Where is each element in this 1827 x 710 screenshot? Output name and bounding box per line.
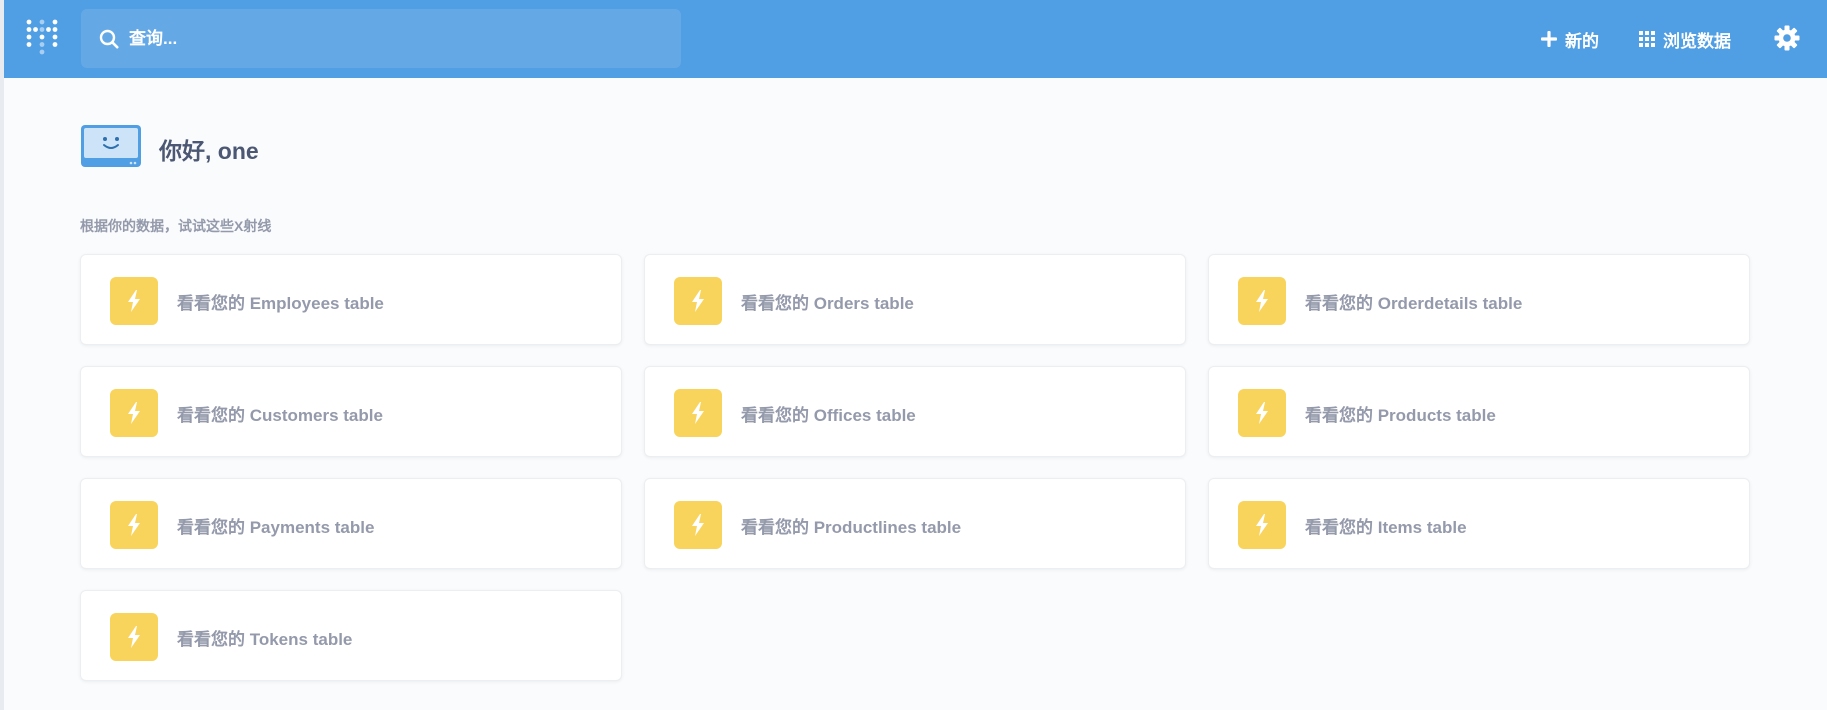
search-icon [99,29,119,49]
xray-section-title: 根据你的数据，试试这些X射线 [80,218,272,234]
xray-card-tokens[interactable]: 看看您的 Tokens table [80,590,622,681]
xray-card-label: 看看您的 Items table [1305,518,1467,537]
gear-icon[interactable] [1774,25,1800,51]
xray-card-productlines[interactable]: 看看您的 Productlines table [644,478,1186,569]
xray-card-orderdetails[interactable]: 看看您的 Orderdetails table [1208,254,1750,345]
lightning-bolt-icon [110,613,158,661]
xray-card-label: 看看您的 Tokens table [177,630,353,649]
xray-card-label: 看看您的 Orders table [741,294,914,313]
search-bar[interactable] [81,9,681,68]
smiling-screen-icon [81,125,141,167]
new-button-label: 新的 [1565,31,1599,51]
greeting-text: 你好, one [159,138,259,164]
xray-card-label: 看看您的 Employees table [177,294,384,313]
browse-data-button[interactable]: 浏览数据 [1639,24,1731,54]
xray-card-label: 看看您的 Products table [1305,406,1496,425]
grid-icon [1639,31,1655,47]
xray-card-orders[interactable]: 看看您的 Orders table [644,254,1186,345]
new-button[interactable]: 新的 [1541,24,1599,54]
lightning-bolt-icon [1238,389,1286,437]
xray-card-label: 看看您的 Customers table [177,406,383,425]
lightning-bolt-icon [674,501,722,549]
lightning-bolt-icon [110,389,158,437]
lightning-bolt-icon [110,277,158,325]
lightning-bolt-icon [1238,501,1286,549]
xray-card-items[interactable]: 看看您的 Items table [1208,478,1750,569]
xray-card-employees[interactable]: 看看您的 Employees table [80,254,622,345]
xray-card-label: 看看您的 Payments table [177,518,375,537]
lightning-bolt-icon [674,277,722,325]
window-edge [0,0,4,710]
lightning-bolt-icon [110,501,158,549]
search-input[interactable] [129,28,649,49]
metabase-logo-icon[interactable] [26,19,58,57]
plus-icon [1541,31,1557,47]
xray-card-offices[interactable]: 看看您的 Offices table [644,366,1186,457]
lightning-bolt-icon [674,389,722,437]
xray-card-label: 看看您的 Offices table [741,406,916,425]
browse-data-label: 浏览数据 [1663,31,1731,51]
xray-card-label: 看看您的 Productlines table [741,518,962,537]
lightning-bolt-icon [1238,277,1286,325]
xray-card-products[interactable]: 看看您的 Products table [1208,366,1750,457]
xray-card-customers[interactable]: 看看您的 Customers table [80,366,622,457]
top-navbar: 新的 浏览数据 [4,0,1827,78]
xray-card-payments[interactable]: 看看您的 Payments table [80,478,622,569]
xray-card-label: 看看您的 Orderdetails table [1305,294,1523,313]
